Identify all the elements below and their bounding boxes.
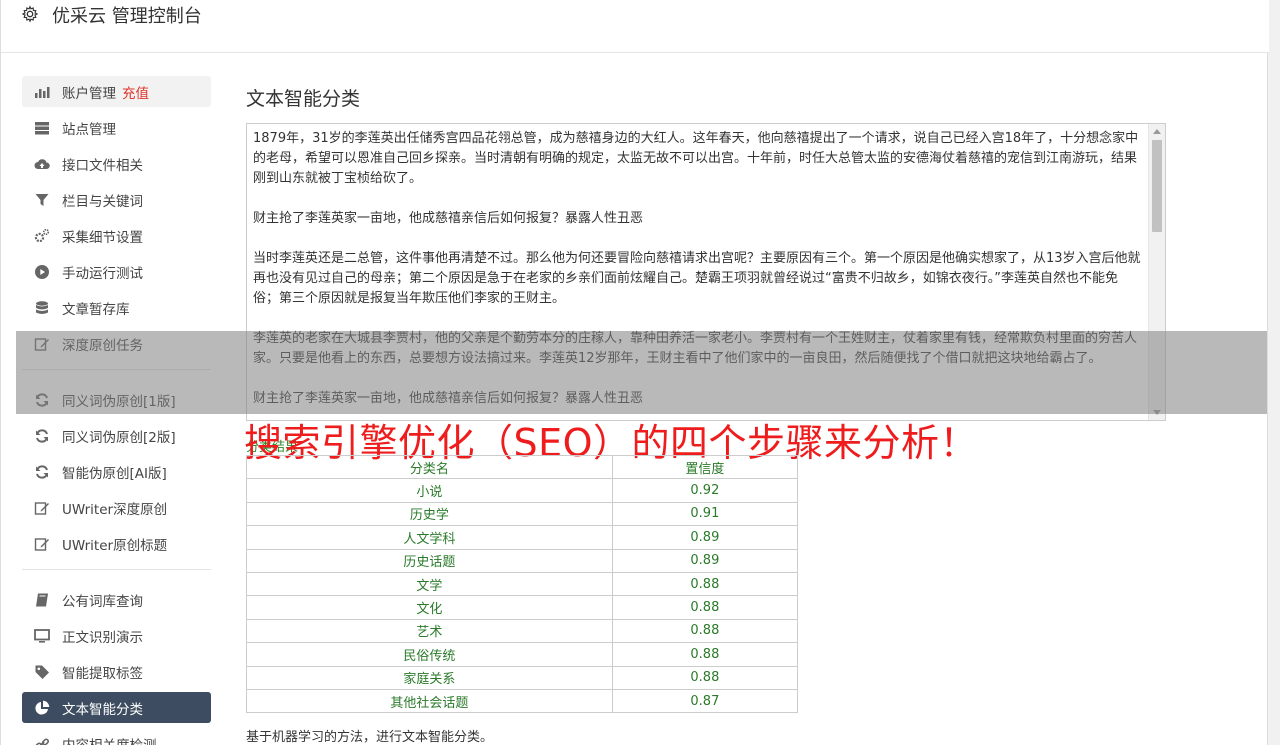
category-cell: 历史学: [246, 501, 613, 527]
sidebar-item[interactable]: UWriter深度原创: [22, 492, 211, 523]
confidence-cell: 0.89: [611, 525, 799, 550]
sidebar-item[interactable]: 栏目与关键词: [22, 184, 211, 215]
confidence-cell: 0.88: [611, 665, 799, 690]
column-header-confidence: 置信度: [611, 454, 799, 480]
confidence-cell: 0.88: [611, 571, 799, 597]
sidebar-item[interactable]: 同义词伪原创[2版]: [22, 420, 211, 451]
tag-icon: [33, 664, 51, 680]
category-cell: 其他社会话题: [246, 688, 613, 714]
sidebar-item[interactable]: 正文识别演示: [22, 620, 211, 651]
page-title: 文本智能分类: [246, 88, 361, 110]
sidebar-item-label: 正文识别演示: [62, 629, 143, 646]
pie-chart-icon: [33, 700, 51, 716]
sidebar-item[interactable]: 文本智能分类: [22, 692, 211, 723]
sidebar-item[interactable]: 站点管理: [22, 112, 211, 143]
gray-overlay-band: [16, 331, 1267, 414]
database-icon: [33, 300, 51, 316]
confidence-cell: 0.87: [611, 688, 799, 714]
bar-chart-icon: [33, 84, 51, 100]
sidebar-item-label: 文本智能分类: [62, 701, 143, 718]
sidebar-item[interactable]: 智能伪原创[AI版]: [22, 456, 211, 487]
refresh-icon: [33, 464, 51, 480]
sidebar-item-label: 栏目与关键词: [62, 193, 143, 210]
table-row: 人文学科 0.89: [246, 525, 799, 550]
sidebar-item-label: UWriter深度原创: [62, 501, 168, 518]
confidence-cell: 0.89: [611, 548, 799, 573]
sidebar-item-label: 公有词库查询: [62, 593, 143, 610]
sidebar-item-label: 采集细节设置: [62, 229, 143, 246]
sidebar-item[interactable]: 公有词库查询: [22, 584, 211, 615]
filter-icon: [33, 192, 51, 208]
sidebar-item-label: UWriter原创标题: [62, 537, 168, 554]
sidebar-item-label: 账户管理: [62, 85, 116, 102]
category-cell: 家庭关系: [246, 665, 613, 690]
sidebar-item[interactable]: 账户管理 充值: [22, 76, 211, 107]
category-cell: 民俗传统: [246, 642, 613, 667]
category-cell: 人文学科: [246, 525, 613, 550]
sidebar-item[interactable]: 文章暂存库: [22, 292, 211, 323]
table-header-row: 分类名 置信度: [246, 454, 799, 480]
sidebar-item-label: 内容相关度检测: [62, 734, 157, 745]
sidebar-item-label: 文章暂存库: [62, 301, 130, 318]
sidebar-item-label: 接口文件相关: [62, 157, 143, 174]
top-bar: 优采云 管理控制台: [1, 0, 1269, 53]
table-row: 家庭关系 0.88: [246, 665, 799, 690]
sidebar-item-label: 智能伪原创[AI版]: [62, 465, 167, 482]
sidebar-item[interactable]: 智能提取标签: [22, 656, 211, 687]
scroll-thumb[interactable]: [1152, 140, 1162, 232]
confidence-cell: 0.88: [611, 618, 799, 644]
cloud-upload-icon: [33, 156, 51, 172]
article-paragraph: 财主抢了李莲英家一亩地，他成慈禧亲信后如何报复？暴露人性丑恶: [253, 211, 644, 226]
link-icon: [33, 736, 51, 745]
gear-icon: [21, 5, 41, 25]
console-title: 优采云 管理控制台: [52, 6, 202, 27]
footer-note: 基于机器学习的方法，进行文本智能分类。: [246, 730, 494, 745]
table-row: 民俗传统 0.88: [246, 642, 799, 667]
edit-icon: [33, 500, 51, 516]
table-row: 历史学 0.91: [246, 501, 799, 527]
category-cell: 小说: [246, 478, 613, 503]
classification-table: 分类名 置信度 小说 0.92 历史学 0.91 人文学科 0.89 历史话题 0.89 文学 0…: [246, 454, 799, 714]
scroll-up-icon[interactable]: [1153, 129, 1161, 134]
category-cell: 艺术: [246, 618, 613, 644]
edit-icon: [33, 536, 51, 552]
article-paragraph: 1879年，31岁的李莲英出任储秀宫四品花翎总管，成为慈禧身边的大红人。这年春天…: [253, 131, 1139, 186]
table-row: 其他社会话题 0.87: [246, 688, 799, 714]
table-row: 文学 0.88: [246, 571, 799, 597]
server-icon: [33, 120, 51, 136]
table-row: 历史话题 0.89: [246, 548, 799, 573]
confidence-cell: 0.92: [611, 478, 799, 503]
sidebar-item-label: 站点管理: [62, 121, 116, 138]
sidebar-item-label: 同义词伪原创[2版]: [62, 429, 176, 446]
article-paragraph: 当时李莲英还是二总管，这件事他再清楚不过。那么他为何还要冒险向慈禧请求出宫呢？主…: [253, 251, 1141, 306]
table-row: 小说 0.92: [246, 478, 799, 503]
sidebar-item[interactable]: 采集细节设置: [22, 220, 211, 251]
main-panel: 文本智能分类 1879年，31岁的李莲英出任储秀宫四品花翎总管，成为慈禧身边的大…: [246, 84, 1166, 421]
confidence-cell: 0.88: [611, 595, 799, 620]
category-cell: 历史话题: [246, 548, 613, 573]
sidebar-item[interactable]: 接口文件相关: [22, 148, 211, 179]
play-circle-icon: [33, 264, 51, 280]
book-icon: [33, 592, 51, 608]
sidebar-divider: [22, 569, 211, 570]
sidebar-item[interactable]: 手动运行测试: [22, 256, 211, 287]
sidebar-item[interactable]: 内容相关度检测: [22, 728, 211, 745]
sidebar-item-label: 智能提取标签: [62, 665, 143, 682]
recharge-link[interactable]: 充值: [122, 82, 149, 102]
category-cell: 文学: [246, 571, 613, 597]
table-row: 艺术 0.88: [246, 618, 799, 644]
category-cell: 文化: [246, 595, 613, 620]
table-row: 文化 0.88: [246, 595, 799, 620]
monitor-icon: [33, 628, 51, 644]
app-frame: 优采云 管理控制台 账户管理 充值站点管理接口文件相关 栏目与关键词 采集细节设置 手动…: [0, 0, 1269, 745]
confidence-cell: 0.88: [611, 642, 799, 667]
sidebar-item-label: 手动运行测试: [62, 265, 143, 282]
confidence-cell: 0.91: [611, 501, 799, 527]
column-header-category: 分类名: [246, 454, 613, 480]
cogs-icon: [33, 228, 51, 244]
sidebar-item[interactable]: UWriter原创标题: [22, 528, 211, 559]
refresh-icon: [33, 428, 51, 444]
